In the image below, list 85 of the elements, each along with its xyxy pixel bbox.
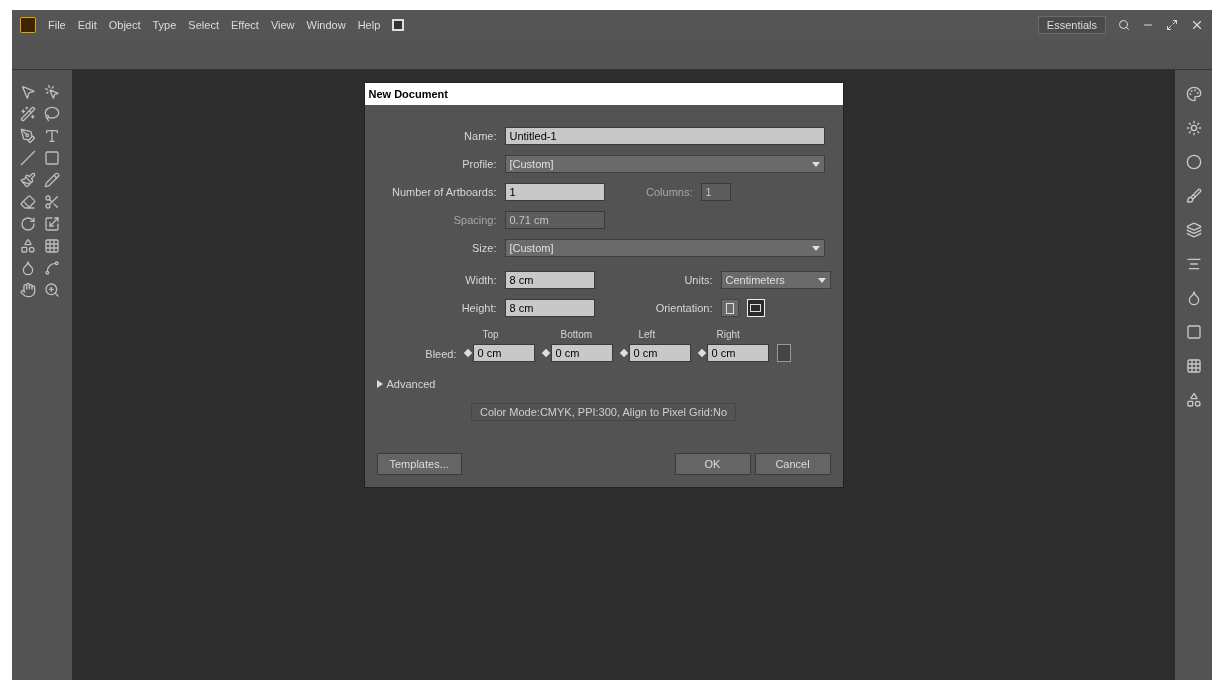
arrow-pointer-icon[interactable]: [20, 84, 36, 100]
sun-icon[interactable]: [1185, 120, 1202, 136]
palette-icon[interactable]: [1185, 86, 1202, 102]
maximize-icon[interactable]: [1166, 19, 1178, 31]
menu-item[interactable]: View: [270, 16, 295, 34]
shapes-icon[interactable]: [1185, 392, 1202, 408]
field-label: Columns:: [645, 184, 693, 200]
landscape-icon[interactable]: [746, 299, 765, 317]
line-icon[interactable]: [20, 150, 36, 166]
spline-icon[interactable]: [44, 260, 60, 276]
field-label: Size:: [471, 240, 497, 256]
field-label: Left: [637, 328, 657, 342]
text-field[interactable]: 0 cm: [550, 344, 613, 362]
droplet-icon[interactable]: [20, 260, 36, 276]
align-icon[interactable]: [1185, 256, 1202, 272]
hand-icon[interactable]: [20, 282, 36, 298]
paintbrush-icon[interactable]: [20, 172, 36, 188]
disclosure-icon[interactable]: [376, 380, 383, 389]
brush-icon[interactable]: [1185, 188, 1202, 204]
menu-item[interactable]: File: [48, 16, 66, 34]
stepper-icon[interactable]: [697, 348, 706, 358]
field-label: Number of Artboards:: [390, 184, 497, 200]
zoom-icon[interactable]: [44, 282, 60, 298]
rectangle-icon[interactable]: [44, 150, 60, 166]
text-field[interactable]: Untitled-1: [504, 127, 825, 145]
menu-item[interactable]: Effect: [230, 16, 259, 34]
menu-item[interactable]: Select: [188, 16, 219, 34]
field-label: Name:: [463, 128, 497, 144]
menu-item[interactable]: Window: [306, 16, 346, 34]
close-icon[interactable]: [1190, 18, 1204, 32]
dialog-title: New Document: [364, 83, 843, 105]
stepper-icon[interactable]: [463, 348, 472, 358]
pen-icon[interactable]: [20, 128, 36, 144]
section-label: Advanced: [386, 377, 436, 392]
rotate-icon[interactable]: [20, 216, 36, 232]
workspace-switcher[interactable]: Essentials: [1037, 16, 1106, 34]
dropdown-arrow-icon: [811, 245, 820, 251]
dropdown-arrow-icon: [811, 161, 820, 167]
eraser-icon[interactable]: [20, 194, 36, 210]
field-label: Spacing:: [452, 212, 497, 228]
menu-item[interactable]: Type: [152, 16, 177, 34]
menu-item[interactable]: Edit: [77, 16, 97, 34]
lasso-icon[interactable]: [44, 106, 60, 122]
scissors-icon[interactable]: [44, 194, 60, 210]
dropdown[interactable]: Centimeters: [720, 271, 831, 289]
field-label: Height:: [460, 300, 497, 316]
info-text: Color Mode:CMYK, PPI:300, Align to Pixel Grid:No: [471, 402, 736, 421]
layers-icon[interactable]: [1185, 222, 1202, 238]
app-logo-icon: [20, 17, 36, 33]
menu-item[interactable]: Help: [357, 16, 381, 34]
square-icon[interactable]: [392, 19, 405, 31]
field-label: Top: [481, 328, 500, 342]
portrait-icon[interactable]: [720, 299, 739, 317]
text-field[interactable]: 0 cm: [706, 344, 769, 362]
stepper-icon[interactable]: [541, 348, 550, 358]
search-icon[interactable]: [1118, 19, 1130, 31]
field-label: Width:: [464, 272, 497, 288]
wand-icon[interactable]: [20, 106, 36, 122]
field-label: Orientation:: [654, 300, 713, 316]
templates-button[interactable]: Templates...: [376, 453, 462, 475]
ok-button[interactable]: OK: [674, 453, 751, 475]
scale-icon[interactable]: [44, 216, 60, 232]
text-field[interactable]: 0 cm: [472, 344, 535, 362]
field-label: Bottom: [559, 328, 594, 342]
field-label: Profile:: [461, 156, 497, 172]
circle-icon[interactable]: [1185, 154, 1202, 170]
grid-icon[interactable]: [44, 238, 60, 254]
dropdown[interactable]: [Custom]: [504, 239, 825, 257]
shapes-icon[interactable]: [20, 238, 36, 254]
text-field[interactable]: 1: [504, 183, 605, 201]
cancel-button[interactable]: Cancel: [754, 453, 831, 475]
text-field[interactable]: 0 cm: [628, 344, 691, 362]
field-label: Right: [715, 328, 741, 342]
pointer-click-icon[interactable]: [44, 84, 60, 100]
type-icon[interactable]: [44, 128, 60, 144]
text-field[interactable]: 8 cm: [504, 299, 595, 317]
pencil-icon[interactable]: [44, 172, 60, 188]
field-label: Units:: [683, 272, 713, 288]
grid-icon[interactable]: [1185, 358, 1202, 374]
dropdown-arrow-icon: [817, 277, 826, 283]
field-label: Bleed:: [424, 346, 457, 362]
text-field[interactable]: 8 cm: [504, 271, 595, 289]
stepper-icon[interactable]: [619, 348, 628, 358]
dropdown[interactable]: [Custom]: [504, 155, 825, 173]
menu-item[interactable]: Object: [108, 16, 141, 34]
